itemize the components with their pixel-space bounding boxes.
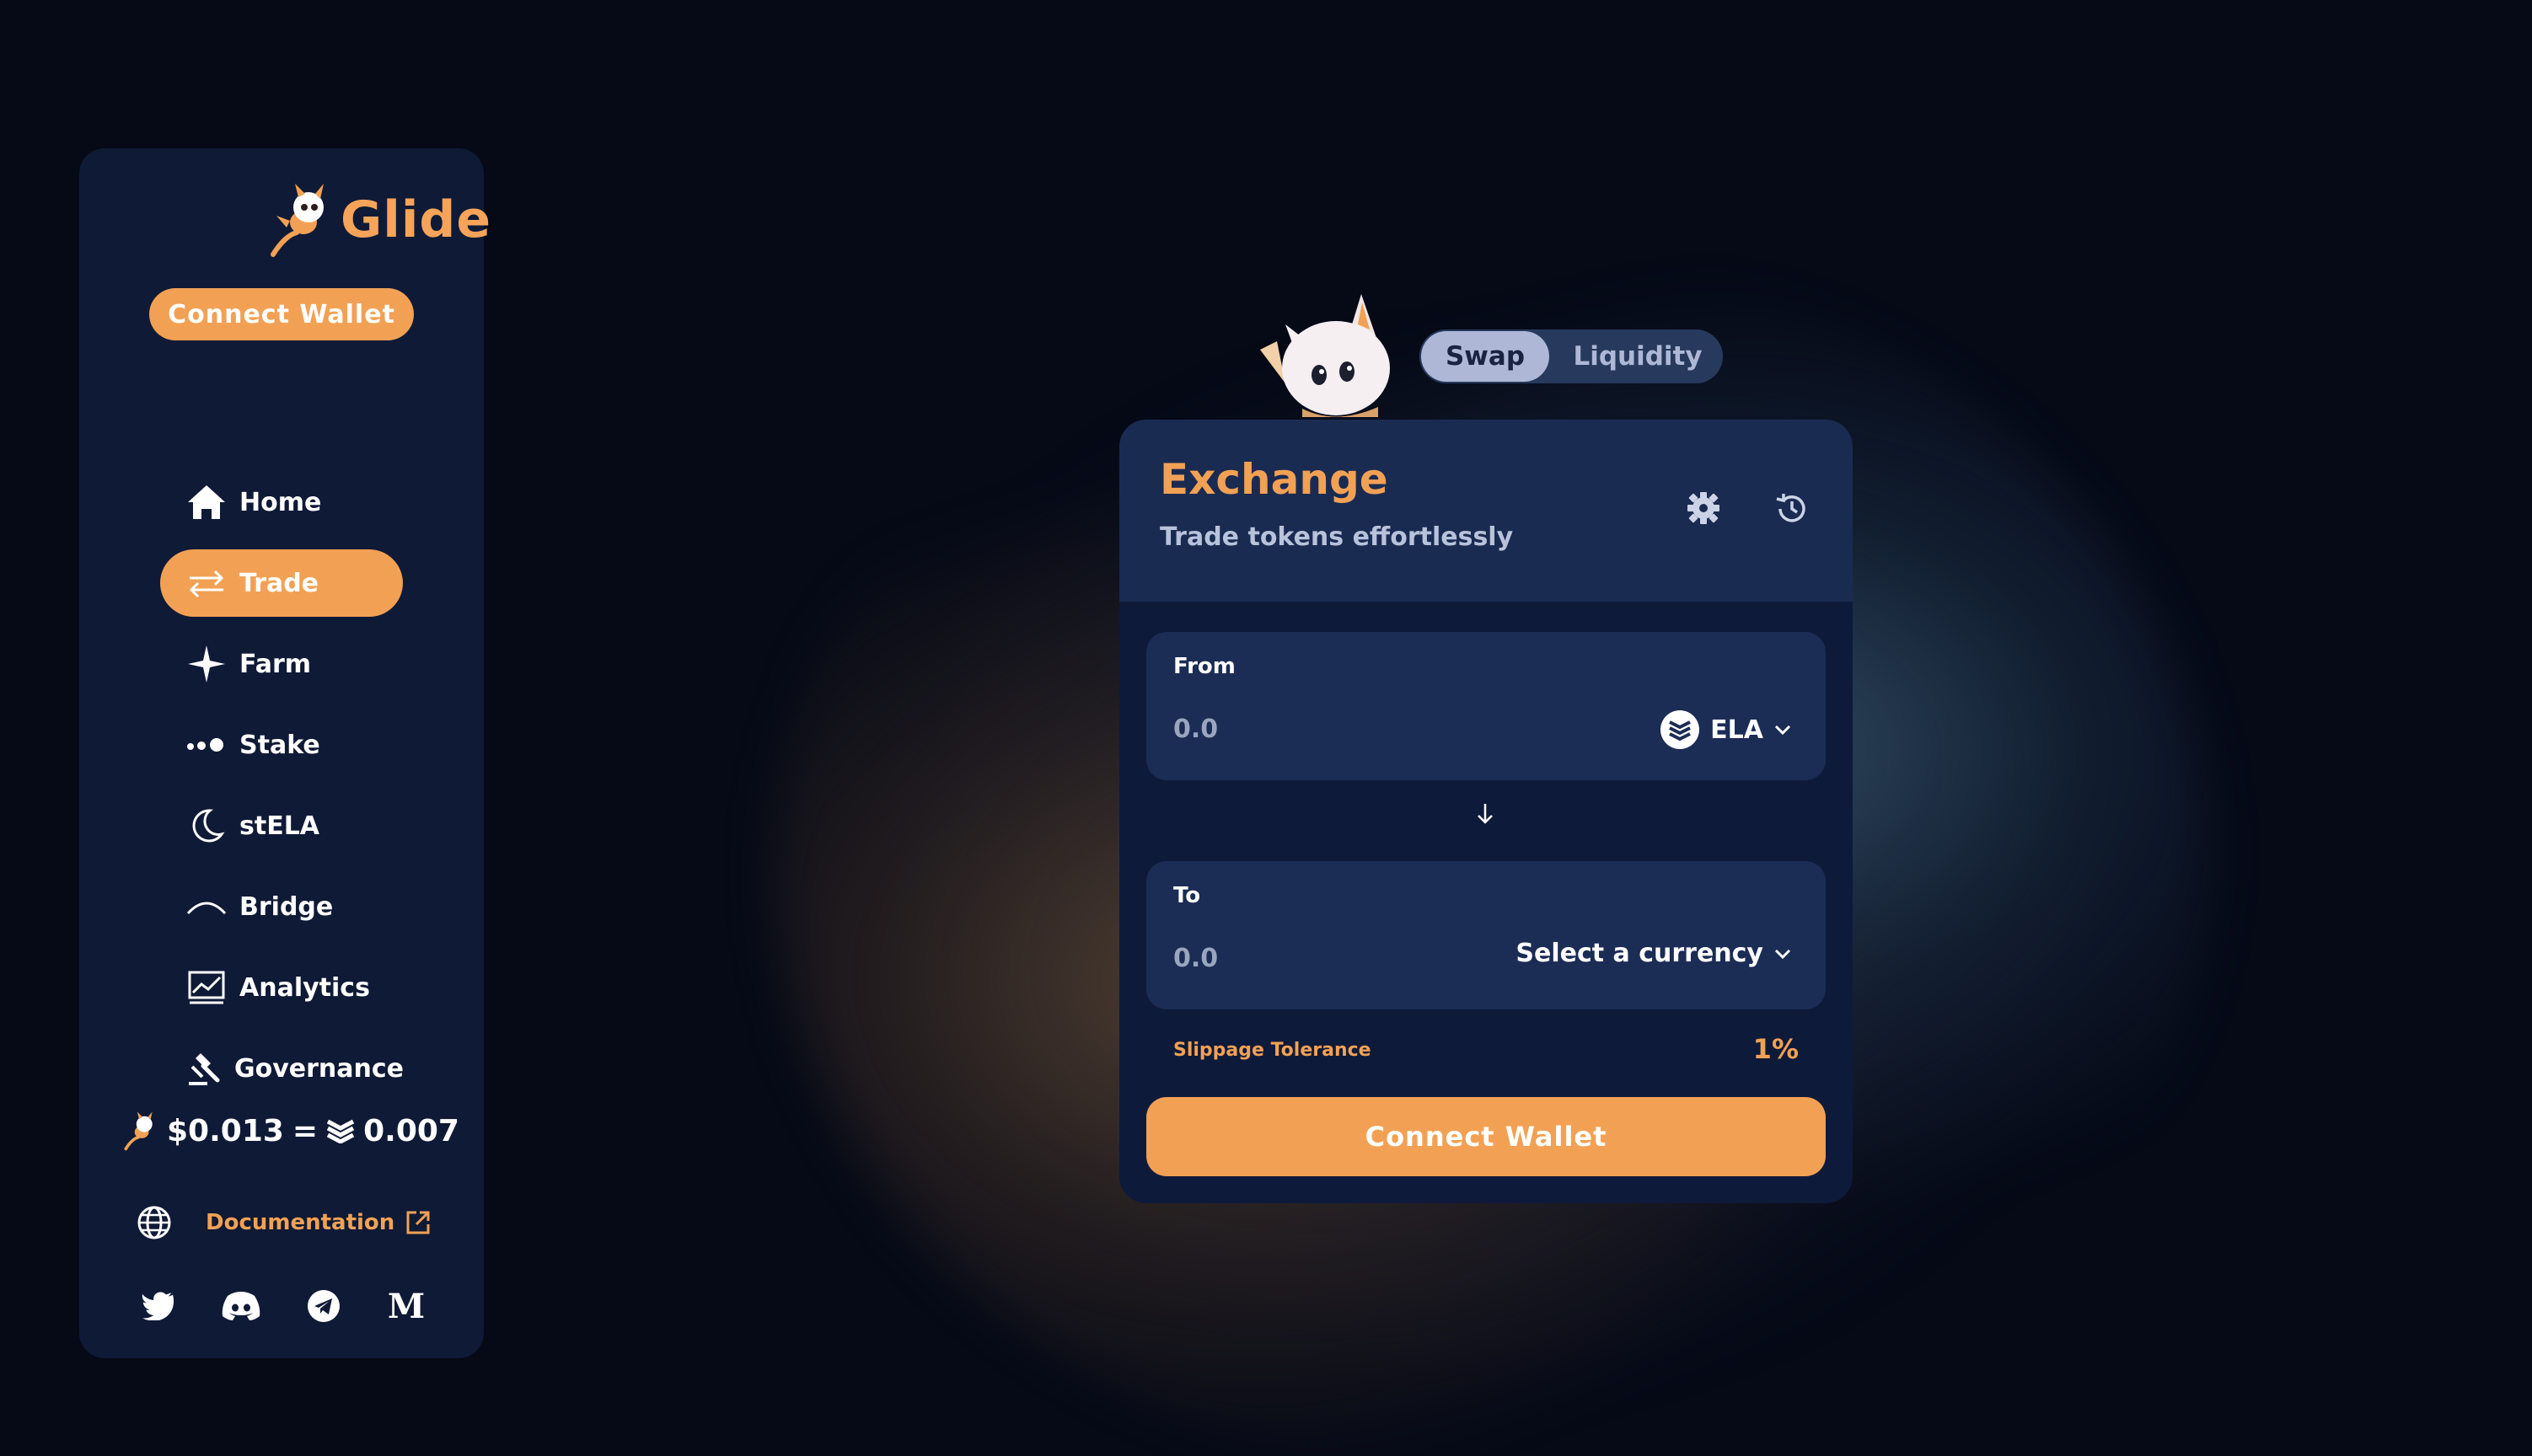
sidebar-connect-wallet-button[interactable]: Connect Wallet — [149, 288, 414, 340]
sidebar-item-label: Stake — [239, 730, 320, 760]
fox-mascot-icon — [271, 184, 324, 257]
to-amount-input[interactable]: 0.0 — [1173, 944, 1218, 973]
telegram-icon[interactable] — [303, 1286, 344, 1326]
from-panel: From 0.0 ELA — [1146, 632, 1826, 780]
price-ela: 0.007 — [363, 1113, 459, 1148]
chart-icon — [185, 966, 228, 1009]
sidebar-item-label: Analytics — [239, 972, 370, 1003]
sidebar-item-trade[interactable]: Trade — [160, 549, 403, 617]
sidebar-item-label: Bridge — [239, 891, 334, 922]
mascot-image — [1260, 294, 1390, 417]
medium-icon[interactable]: M — [386, 1286, 426, 1326]
sidebar-item-label: stELA — [239, 811, 320, 841]
sidebar-item-bridge[interactable]: Bridge — [160, 873, 403, 940]
tab-liquidity[interactable]: Liquidity — [1563, 329, 1713, 383]
chevron-down-icon — [1774, 949, 1791, 959]
to-label: To — [1173, 883, 1201, 908]
arc-icon — [185, 886, 228, 928]
sidebar-item-stela[interactable]: stELA — [160, 792, 403, 859]
home-icon — [185, 481, 228, 523]
swap-arrows-icon — [185, 562, 228, 604]
brand-name: Glide — [341, 190, 492, 249]
social-links: M — [138, 1286, 426, 1326]
sidebar: Glide Connect Wallet Home Trade Farm Sta… — [79, 148, 491, 1358]
external-link-icon — [406, 1211, 430, 1234]
sidebar-item-label: Governance — [234, 1053, 405, 1084]
app-page: Glide Connect Wallet Home Trade Farm Sta… — [0, 0, 2532, 1456]
exchange-header: Exchange Trade tokens effortlessly — [1119, 420, 1853, 602]
sidebar-item-farm[interactable]: Farm — [160, 630, 403, 698]
history-icon[interactable] — [1773, 490, 1810, 527]
sidebar-item-analytics[interactable]: Analytics — [160, 954, 403, 1021]
gavel-icon — [185, 1047, 223, 1089]
moon-icon — [185, 805, 228, 847]
brand-logo[interactable]: Glide — [265, 182, 491, 258]
from-token-label: ELA — [1710, 715, 1763, 745]
from-amount-input[interactable]: 0.0 — [1173, 715, 1218, 744]
discord-icon[interactable] — [221, 1286, 261, 1326]
price-equals: = — [292, 1113, 319, 1148]
exchange-title: Exchange — [1160, 455, 1388, 504]
docs-row: Documentation — [137, 1205, 432, 1240]
sparkle-icon — [185, 643, 228, 685]
sidebar-item-label: Farm — [239, 649, 312, 679]
sidebar-item-home[interactable]: Home — [160, 468, 403, 536]
slippage-value[interactable]: 1% — [1753, 1033, 1799, 1065]
chevron-down-icon — [1774, 725, 1791, 736]
sidebar-item-stake[interactable]: Stake — [160, 711, 403, 779]
from-label: From — [1173, 654, 1236, 679]
connect-wallet-button[interactable]: Connect Wallet — [1146, 1097, 1826, 1176]
documentation-link[interactable]: Documentation — [206, 1209, 432, 1236]
exchange-subtitle: Trade tokens effortlessly — [1160, 522, 1514, 552]
documentation-label: Documentation — [206, 1210, 395, 1235]
sidebar-item-governance[interactable]: Governance — [160, 1035, 405, 1102]
from-token-select[interactable]: ELA — [1660, 709, 1792, 750]
dots-icon — [185, 724, 228, 766]
globe-icon[interactable] — [137, 1205, 172, 1240]
exchange-card: Exchange Trade tokens effortlessly From … — [1119, 420, 1853, 1203]
svg-text:M: M — [388, 1289, 425, 1323]
to-token-select[interactable]: Select a currency — [1515, 939, 1792, 968]
ela-token-icon — [1660, 710, 1700, 749]
tab-swap[interactable]: Swap — [1421, 331, 1549, 382]
glide-token-icon — [124, 1111, 153, 1151]
to-token-label: Select a currency — [1515, 939, 1763, 968]
sidebar-item-label: Trade — [239, 568, 319, 598]
token-price: $0.013 = 0.007 — [121, 1109, 459, 1153]
twitter-icon[interactable] — [138, 1286, 179, 1326]
to-panel: To 0.0 Select a currency — [1146, 861, 1826, 1009]
slippage-label: Slippage Tolerance — [1173, 1040, 1371, 1061]
settings-gear-icon[interactable] — [1686, 490, 1721, 526]
swap-liquidity-toggle: Swap Liquidity — [1419, 329, 1723, 383]
ela-token-icon — [326, 1119, 355, 1143]
swap-direction-arrow-icon[interactable] — [1473, 800, 1497, 827]
sidebar-item-label: Home — [239, 487, 322, 517]
price-usd: $0.013 — [167, 1113, 284, 1148]
